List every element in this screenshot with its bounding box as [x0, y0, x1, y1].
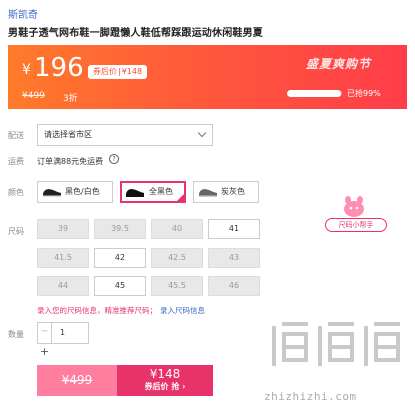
watermark-text: zhizhizhi.com — [264, 390, 357, 403]
freight-label: 运费 — [8, 157, 24, 166]
size-option[interactable]: 39 — [37, 219, 89, 239]
brand-link[interactable]: 斯凯奇 — [8, 6, 38, 21]
size-option[interactable]: 44 — [37, 276, 89, 296]
coupon-badge-price: ¥148 — [121, 67, 143, 76]
size-option[interactable]: 45 — [94, 276, 146, 296]
sold-progress-bar — [287, 90, 342, 97]
size-tip-link[interactable]: 录入尺码信息 — [160, 306, 205, 315]
quantity-plus-button[interactable]: + — [37, 344, 52, 360]
region-select-value: 请选择省市区 — [44, 130, 92, 139]
size-option[interactable]: 42 — [94, 248, 146, 268]
coupon-badge-sep: | — [118, 67, 121, 76]
watermark-logo-icon — [272, 322, 400, 366]
coupon-badge: 券后价|¥148 — [88, 65, 148, 79]
shoe-thumbnail-icon — [199, 189, 217, 197]
sold-progress-fill — [287, 90, 342, 97]
buy-now-price: ¥499 — [61, 373, 93, 387]
color-option-charcoal[interactable]: 炭灰色 — [193, 181, 259, 203]
coupon-buy-label: 券后价 抢 › — [144, 382, 186, 391]
discount-label: 3折 — [63, 94, 78, 104]
color-label: 颜色 — [8, 188, 24, 197]
sold-text: 已抢99% — [347, 89, 381, 98]
size-option[interactable]: 41.5 — [37, 248, 89, 268]
size-option[interactable]: 46 — [208, 276, 260, 296]
shoe-thumbnail-icon — [126, 189, 144, 197]
shoe-thumbnail-icon — [43, 189, 61, 197]
color-option-label: 炭灰色 — [221, 187, 245, 196]
help-icon[interactable]: ? — [109, 154, 119, 164]
region-select[interactable]: 请选择省市区 — [37, 124, 213, 146]
freight-text: 订单满88元免运费 — [37, 157, 104, 166]
color-option-label: 黑色/白色 — [65, 187, 100, 196]
size-tip: 录入您的尺码信息，精准推荐尺码； 录入尺码信息 — [37, 305, 205, 316]
shipping-label: 配送 — [8, 131, 24, 140]
size-tip-text: 录入您的尺码信息，精准推荐尺码； — [37, 306, 157, 315]
quantity-input[interactable]: 1 — [52, 322, 89, 344]
color-option-black-white[interactable]: 黑色/白色 — [37, 181, 113, 203]
event-name: 盛夏爽购节 — [306, 57, 372, 71]
size-option[interactable]: 43 — [208, 248, 260, 268]
size-option[interactable]: 42.5 — [151, 248, 203, 268]
color-option-label: 全黑色 — [149, 187, 173, 196]
quantity-minus-button[interactable]: − — [37, 322, 52, 344]
mascot-icon — [344, 196, 364, 217]
price-banner: ¥ 196 券后价|¥148 ¥499 3折 盛夏爽购节 已抢99% — [8, 45, 407, 109]
size-option[interactable]: 41 — [208, 219, 260, 239]
price-currency: ¥ — [22, 62, 31, 78]
product-title: 男鞋子透气网布鞋一脚蹬懒人鞋低帮踩跟运动休闲鞋男夏 — [8, 28, 263, 39]
coupon-buy-button[interactable]: ¥148 券后价 抢 › — [117, 365, 213, 396]
coupon-badge-label: 券后价 — [93, 67, 117, 76]
original-price: ¥499 — [22, 91, 45, 101]
color-option-all-black[interactable]: 全黑色 — [120, 181, 186, 203]
buy-now-button[interactable]: ¥499 — [37, 365, 117, 396]
current-price: 196 — [34, 53, 84, 83]
size-helper-label: 尺码小帮手 — [325, 218, 387, 232]
selected-check-icon — [176, 193, 185, 202]
size-label: 尺码 — [8, 227, 24, 236]
size-option[interactable]: 39.5 — [94, 219, 146, 239]
quantity-label: 数量 — [8, 330, 24, 339]
chevron-down-icon — [197, 128, 207, 138]
size-option[interactable]: 40 — [151, 219, 203, 239]
size-option[interactable]: 45.5 — [151, 276, 203, 296]
size-helper[interactable]: 尺码小帮手 — [325, 196, 387, 236]
coupon-buy-price: ¥148 — [149, 367, 181, 381]
